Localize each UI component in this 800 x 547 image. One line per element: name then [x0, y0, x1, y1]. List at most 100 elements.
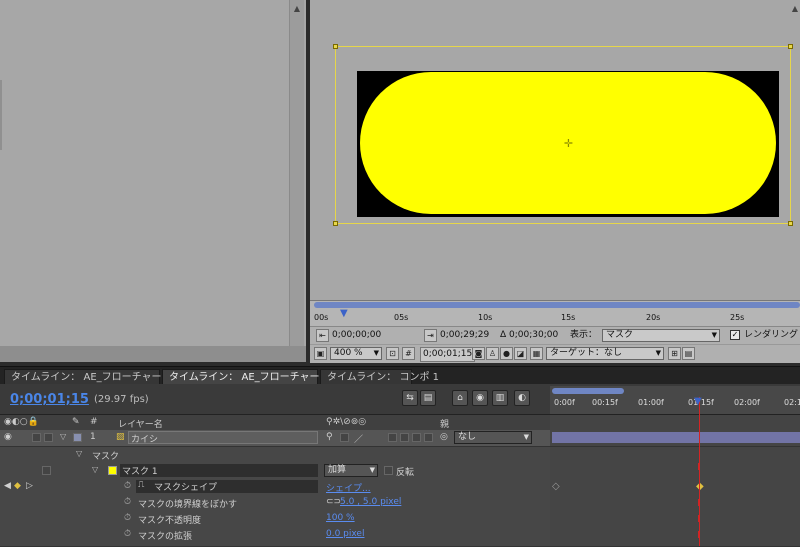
current-time-indicator-icon[interactable]: ▼: [694, 397, 705, 407]
set-out-point-icon[interactable]: ⇥: [424, 329, 437, 342]
parent-value: なし: [458, 432, 477, 442]
end-timecode[interactable]: 0;00;29;29: [440, 329, 489, 342]
parent-dropdown[interactable]: なし ▼: [454, 431, 532, 444]
live-update-icon[interactable]: ▤: [420, 390, 436, 406]
comp-mini-flowchart-icon[interactable]: ⇆: [402, 390, 418, 406]
mask-lock-switch[interactable]: [42, 466, 51, 475]
always-preview-icon[interactable]: ▣: [314, 347, 327, 360]
target-dropdown[interactable]: ターゲット：なし ▼: [546, 347, 664, 360]
scroll-up-icon[interactable]: ▲: [790, 4, 800, 14]
mask-expansion-value[interactable]: 0.0 pixel: [326, 529, 364, 539]
mask-opacity-row[interactable]: ⏱ マスク不透明度 100 %: [0, 511, 550, 528]
mask-expansion-row[interactable]: ⏱ マスクの拡張 0.0 pixel: [0, 527, 550, 547]
bbox-handle[interactable]: [788, 221, 793, 226]
target-value: ターゲット：なし: [550, 348, 623, 358]
chevron-down-icon[interactable]: ▽: [92, 465, 98, 474]
set-in-point-icon[interactable]: ⇤: [316, 329, 329, 342]
anchor-point-icon[interactable]: ✛: [563, 138, 574, 149]
show-snapshot-icon[interactable]: ♙: [486, 347, 499, 360]
adjustment-switch[interactable]: [412, 433, 421, 442]
lock-switch[interactable]: [44, 433, 53, 442]
stopwatch-icon[interactable]: ⏱: [124, 481, 131, 491]
keyframe-icon[interactable]: ◇: [552, 482, 560, 492]
next-keyframe-icon[interactable]: ▷: [26, 481, 33, 491]
eye-icon[interactable]: ◉: [4, 432, 12, 442]
add-keyframe-icon[interactable]: ◆: [14, 481, 21, 491]
mask-color-swatch[interactable]: [108, 466, 117, 475]
resolution-icon[interactable]: ◪: [514, 347, 527, 360]
solo-switch[interactable]: [32, 433, 41, 442]
bbox-handle[interactable]: [788, 44, 793, 49]
mask-mode-dropdown[interactable]: 加算 ▼: [324, 464, 378, 477]
scroll-up-icon[interactable]: ▲: [292, 4, 302, 14]
stopwatch-icon[interactable]: ⏱: [124, 497, 131, 507]
chevron-down-icon[interactable]: ▽: [76, 449, 82, 458]
layer-row[interactable]: ◉ ▽ 1 ▨ カイシ ⚲ ／ ◎ なし ▼: [0, 430, 550, 447]
ruler-tick: 25s: [730, 313, 745, 322]
viewer-time-ruler[interactable]: 00s 05s 10s 15s 20s 25s ▼: [310, 300, 800, 327]
mask-shape-value[interactable]: シェイプ...: [326, 481, 371, 494]
timeline-current-time[interactable]: 0;00;01;15: [10, 392, 89, 407]
stopwatch-icon[interactable]: ⏱: [124, 529, 131, 539]
mask-group-row[interactable]: ▽ マスク: [0, 447, 550, 464]
fast-preview-icon[interactable]: ⊞: [668, 347, 681, 360]
label-color-swatch[interactable]: [73, 433, 82, 442]
frame-blending-icon[interactable]: ▥: [492, 390, 508, 406]
switches-header-icon[interactable]: ⚲✲\⊘⊚◎: [326, 417, 366, 427]
ruler-tick: 05s: [394, 313, 409, 322]
render-checkbox[interactable]: ✓: [730, 330, 740, 340]
tab-timeline-ae-flowchart3[interactable]: タイムライン： AE_フローチャート3: [4, 369, 178, 385]
label-header-icon[interactable]: ✎: [72, 417, 80, 427]
grid-icon[interactable]: #: [402, 347, 415, 360]
layer-name-field[interactable]: カイシ: [128, 431, 318, 445]
snapshot-icon[interactable]: ◙: [472, 347, 485, 360]
view-dropdown-value: マスク: [606, 330, 634, 340]
work-area-bar[interactable]: [314, 302, 800, 308]
invert-checkbox[interactable]: [384, 466, 393, 475]
tab-timeline-ae-flowchart4[interactable]: タイムライン： AE_フローチャート4 ×: [162, 369, 351, 385]
layer-duration-bar[interactable]: [552, 432, 800, 443]
viewer-current-time[interactable]: 0;00;01;15: [420, 347, 476, 362]
chevron-down-icon: ▼: [369, 466, 375, 474]
mask-feather-value[interactable]: 5.0 , 5.0 pixel: [340, 497, 401, 507]
prev-keyframe-icon[interactable]: ◀: [4, 481, 11, 491]
link-icon[interactable]: ⊂⊃: [326, 497, 341, 507]
mask-mode-value: 加算: [328, 465, 347, 475]
mask-opacity-value[interactable]: 100 %: [326, 513, 355, 523]
current-time-indicator-icon[interactable]: ▼: [340, 309, 348, 319]
mask-row[interactable]: ▽ マスク 1 加算 ▼ 反転: [0, 463, 550, 480]
av-features-header-icon[interactable]: ◉◐○🔒: [4, 417, 39, 427]
effect-switch[interactable]: [388, 433, 397, 442]
quality-switch[interactable]: [340, 433, 349, 442]
mask-name-field[interactable]: マスク 1: [120, 464, 318, 477]
region-of-interest-icon[interactable]: ⊡: [386, 347, 399, 360]
graph-icon[interactable]: ⎍: [138, 480, 144, 490]
zoom-dropdown[interactable]: 400 % ▼: [330, 347, 382, 360]
stopwatch-icon[interactable]: ⏱: [124, 513, 131, 523]
parent-header[interactable]: 親: [440, 417, 449, 430]
tab-timeline-comp1[interactable]: タイムライン： コンポ 1: [320, 369, 439, 385]
hide-shy-layers-icon[interactable]: ◉: [472, 390, 488, 406]
motion-blur-icon[interactable]: ◐: [514, 390, 530, 406]
bbox-handle[interactable]: [333, 44, 338, 49]
view-options-icon[interactable]: ▤: [682, 347, 695, 360]
layer-name-header[interactable]: レイヤー名: [118, 417, 163, 430]
transparency-grid-icon[interactable]: ▦: [530, 347, 543, 360]
view-dropdown[interactable]: マスク ▼: [602, 329, 720, 342]
timeline-time-ruler[interactable]: 0:00f 00:15f 01:00f 01:15f 02:00f 02:1: [550, 386, 800, 414]
channel-icon[interactable]: ●: [500, 347, 513, 360]
chevron-down-icon[interactable]: ▽: [60, 432, 66, 441]
duration-timecode[interactable]: Δ 0;00;30;00: [500, 329, 558, 342]
motion-blur-switch[interactable]: [400, 433, 409, 442]
mask-shape-row[interactable]: ◀ ◆ ▷ ⏱ ⎍ マスクシェイプ シェイプ...: [0, 479, 550, 496]
mask-feather-row[interactable]: ⏱ マスクの境界線をぼかす ⊂⊃ 5.0 , 5.0 pixel: [0, 495, 550, 512]
pickwhip-icon[interactable]: ◎: [440, 432, 448, 442]
work-area-bar[interactable]: [552, 388, 624, 394]
draft-3d-icon[interactable]: ⌂: [452, 390, 468, 406]
left-panel-scrollbar[interactable]: ▲: [289, 0, 304, 346]
start-timecode[interactable]: 0;00;00;00: [332, 329, 381, 342]
quality-slash-icon[interactable]: ／: [354, 432, 363, 445]
bbox-handle[interactable]: [333, 221, 338, 226]
collapse-switch-icon[interactable]: ⚲: [326, 432, 333, 442]
3d-switch[interactable]: [424, 433, 433, 442]
